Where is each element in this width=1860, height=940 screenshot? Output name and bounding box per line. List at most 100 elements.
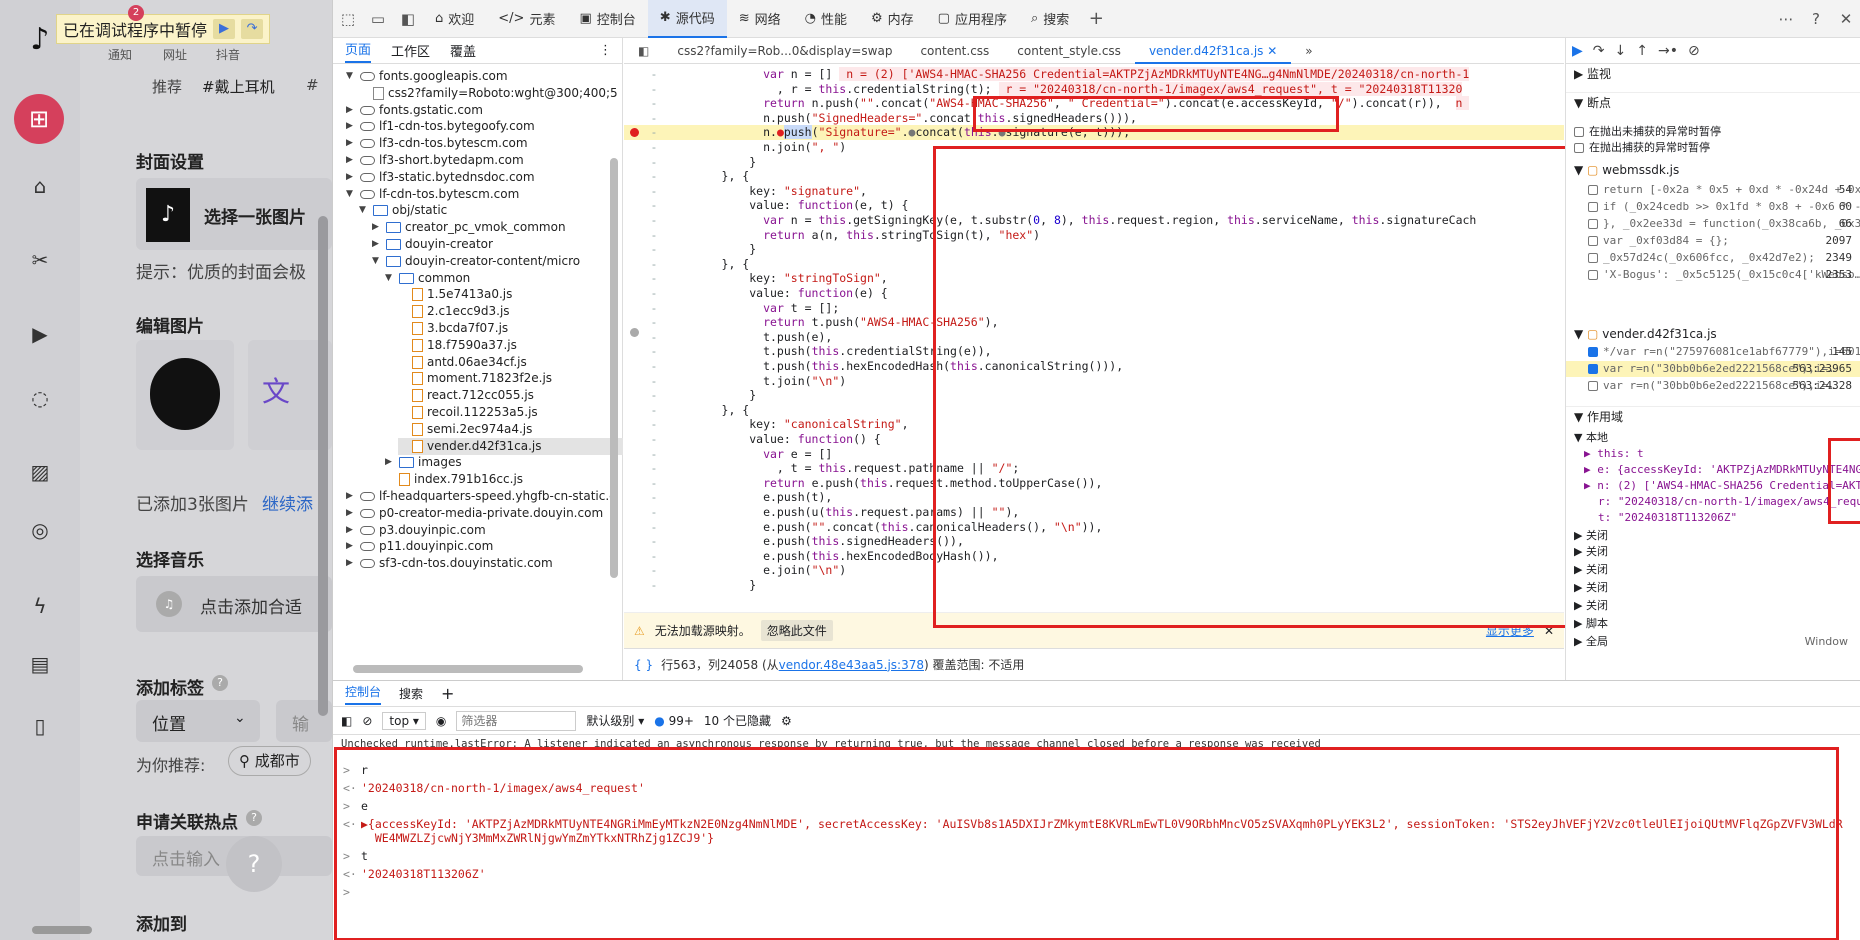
closure-5[interactable]: ▶ 关闭 [1566,598,1860,614]
editor-tab-content-style[interactable]: content_style.css [1003,38,1135,64]
tree-item[interactable]: recoil.112253a5.js [398,404,623,421]
bp-file-vender[interactable]: ▼ ▢ vender.d42f31ca.js [1566,326,1860,342]
add-drawer-tab-icon[interactable]: + [441,684,454,703]
add-tab-icon[interactable]: + [1081,8,1111,29]
breakpoint-inactive-marker-icon[interactable] [630,328,639,337]
watch-section[interactable]: ▶ 监视 [1566,64,1860,84]
console-line[interactable]: <· ▶{accessKeyId: 'AKTPZjAzMDRkMTUyNTE4NG… [343,817,1843,832]
code-line[interactable]: - return t.push("AWS4-HMAC-SHA256"), [624,315,1564,330]
scope-global[interactable]: ▶ 全局 Window [1566,634,1860,650]
line-gutter[interactable]: - [624,505,684,520]
collapsed-triangle-icon[interactable]: ▶ [346,538,356,555]
code-line[interactable]: - }, { [624,403,1564,418]
tree-item[interactable]: ▶ p3.douyinpic.com [346,522,623,539]
breakpoint-checkbox[interactable] [1588,364,1598,374]
collapsed-triangle-icon[interactable]: ▶ [346,118,356,135]
line-gutter[interactable]: - [624,67,684,82]
tree-item[interactable]: ▶ images [385,454,623,471]
code-line[interactable]: - , r = this.credentialString(t); r = "2… [624,81,1564,97]
line-gutter[interactable]: - [624,169,684,184]
line-gutter[interactable]: - [624,388,684,403]
continue-add-link[interactable]: 继续添 [262,490,313,515]
inspect-icon[interactable]: ⬚ [333,10,363,28]
line-gutter[interactable]: - [624,125,684,140]
console-line[interactable]: > [343,885,1843,900]
scope-this[interactable]: ▶ this: t [1566,446,1860,462]
code-line[interactable]: - t.push(this.credentialString(e)), [624,344,1564,359]
tree-item[interactable]: index.791b16cc.js [385,471,623,488]
line-gutter[interactable]: - [624,563,684,578]
issues-badge[interactable]: ● 99+ [654,714,694,728]
code-line[interactable]: - value: function(e) { [624,286,1564,301]
line-gutter[interactable]: - [624,403,684,418]
step-out-button-icon[interactable]: ↑ [1636,43,1648,59]
tree-item[interactable]: semi.2ec974a4.js [398,421,623,438]
tree-item[interactable]: react.712cc055.js [398,387,623,404]
tree-item[interactable]: 2.c1ecc9d3.js [398,303,623,320]
breakpoint-item[interactable]: return [-0x2a * 0x5 + 0xd * -0x24d + 0x7… [1566,182,1860,198]
scissors-icon[interactable]: ✂ [26,246,54,274]
editor-tab-vender[interactable]: vender.d42f31ca.js ✕ [1134,37,1292,64]
show-more-link[interactable]: 显示更多 [1486,622,1534,639]
collapsed-triangle-icon[interactable]: ▶ [346,522,356,539]
code-line[interactable]: - var n = this.getSigningKey(e, t.substr… [624,213,1564,228]
code-line[interactable]: - var t = []; [624,301,1564,316]
code-line[interactable]: - value: function() { [624,432,1564,447]
line-gutter[interactable]: - [624,271,684,286]
tree-item[interactable]: ▶ p11.douyinpic.com [346,538,623,555]
line-gutter[interactable]: - [624,111,684,126]
code-line[interactable]: - e.push(u(this.request.params) || ""), [624,505,1564,520]
code-line[interactable]: - var n = [] n = (2) ['AWS4-HMAC-SHA256 … [624,67,1564,82]
breakpoint-checkbox[interactable] [1588,381,1598,391]
home-icon[interactable]: ⌂ [26,172,54,200]
device-icon[interactable]: ▭ [363,10,393,28]
line-gutter[interactable]: - [624,286,684,301]
resume-icon[interactable]: ▶ [213,19,236,39]
tree-item[interactable]: moment.71823f2e.js [398,370,623,387]
code-line[interactable]: - } [624,578,1564,593]
line-gutter[interactable]: - [624,242,684,257]
line-gutter[interactable]: - [624,359,684,374]
breakpoint-item[interactable]: if (_0x24cedb >> 0x1fd * 0x8 + -0x6 * -0… [1566,199,1860,215]
context-select[interactable]: top ▾ [382,711,426,730]
breakpoint-checkbox[interactable] [1588,347,1598,357]
line-gutter[interactable]: - [624,155,684,170]
ignore-file-button[interactable]: 忽略此文件 [760,620,833,641]
tab-elements[interactable]: </> 元素 [486,0,567,38]
tree-item[interactable]: ▶ lf-headquarters-speed.yhgfb-cn-static.c [346,488,623,505]
tree-item[interactable]: ▶ p0-creator-media-private.douyin.com [346,505,623,522]
code-line[interactable]: - var e = [] [624,447,1564,462]
code-line[interactable]: - value: function(e, t) { [624,198,1564,213]
step-into-button-icon[interactable]: ↓ [1615,43,1627,59]
tab-search[interactable]: ⌕ 搜索 [1019,0,1081,38]
tree-scrollbar[interactable] [610,158,618,578]
code-line[interactable]: - , t = this.request.pathname || "/"; [624,461,1564,476]
nav-douyin[interactable]: 抖音 [216,46,240,63]
collapsed-triangle-icon[interactable]: ▶ [346,152,356,169]
book-icon[interactable]: ▯ [26,712,54,740]
code-line[interactable]: - n.push("SignedHeaders=".concat(this.si… [624,111,1564,126]
line-gutter[interactable]: - [624,96,684,111]
collapsed-triangle-icon[interactable]: ▶ [385,454,395,471]
collapsed-triangle-icon[interactable]: ▶ [346,102,356,119]
store-icon[interactable]: ▤ [26,650,54,678]
data-icon[interactable]: ▨ [26,458,54,486]
bp-file-webmssdk[interactable]: ▼ ▢ webmssdk.js [1566,162,1860,178]
console-settings-icon[interactable]: ⚙ [781,714,792,728]
code-line[interactable]: - }, { [624,257,1564,272]
help-icon-2[interactable]: ? [246,810,262,826]
code-line[interactable]: - e.push("".concat(this.canonicalHeaders… [624,520,1564,535]
tab-console[interactable]: ▣ 控制台 [567,0,647,38]
code-line[interactable]: - return e.push(this.request.method.toUp… [624,476,1564,491]
code-line[interactable]: - key: "stringToSign", [624,271,1564,286]
tree-item[interactable]: ▼ obj/static [359,202,623,219]
code-line[interactable]: - key: "canonicalString", [624,417,1564,432]
tree-item[interactable]: ▼ douyin-creator-content/micro [372,253,623,270]
code-line[interactable]: - } [624,242,1564,257]
image-thumb-1[interactable] [136,340,234,450]
breakpoint-item[interactable]: }, _0x2ee33d = function(_0x38ca6b, _0x3e… [1566,216,1860,232]
code-view[interactable]: - var n = [] n = (2) ['AWS4-HMAC-SHA256 … [624,64,1564,612]
line-gutter[interactable]: - [624,520,684,535]
breakpoint-item[interactable]: */var r=n("275976081ce1abf67779"),i=601…… [1566,344,1860,360]
line-gutter[interactable]: - [624,490,684,505]
